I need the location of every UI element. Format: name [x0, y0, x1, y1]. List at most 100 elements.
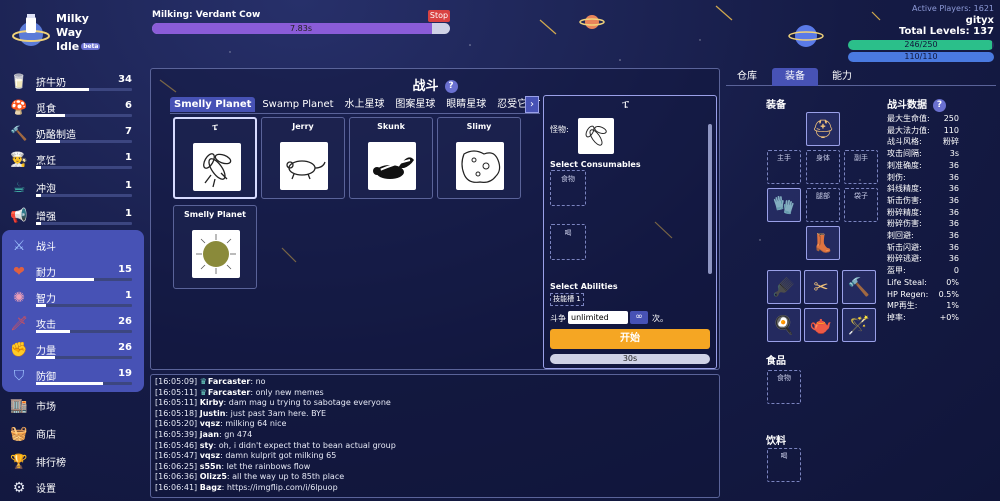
monster-card-slimy[interactable]: Slimy [437, 117, 521, 199]
active-players: Active Players: 1621 [912, 4, 994, 13]
main-hand-slot[interactable]: 主手 [767, 150, 801, 184]
feet-slot[interactable]: 👢 [806, 226, 840, 260]
monster-card-fly[interactable]: ፔ [173, 117, 257, 199]
stat-value: 0.5% [938, 289, 959, 299]
tool-slot-hammer[interactable]: 🔨 [842, 270, 876, 304]
drink-slot[interactable]: 喝 [550, 224, 586, 260]
help-icon[interactable]: ? [933, 98, 946, 112]
megaphone-icon: 📢 [10, 208, 28, 224]
sidebar-item-combat[interactable]: ⚔ 战斗 [6, 234, 138, 258]
tab-equipment[interactable]: 装备 [772, 68, 818, 86]
body-slot[interactable]: 身体 [806, 150, 840, 184]
infinity-button[interactable]: ∞ [630, 311, 648, 324]
ability-slot-1[interactable]: 技能槽 1 [550, 293, 584, 306]
tool-slot-enhancer[interactable]: 🪄 [842, 308, 876, 342]
stat-value: 36 [948, 184, 959, 194]
stat-value: 3s [949, 149, 959, 159]
sidebar-item-attack[interactable]: 🗡 攻击 26 [6, 312, 138, 336]
current-action-label: Milking: Verdant Cow [152, 10, 261, 20]
hands-slot[interactable]: 🧤 [767, 188, 801, 222]
start-battle-button[interactable]: 开始 [550, 329, 710, 349]
sidebar-item-stamina[interactable]: ❤ 耐力 15 [6, 260, 138, 284]
stat-label: 斩击闪避: [887, 242, 922, 252]
trophy-icon: 🏆 [10, 454, 28, 470]
tool-slot-shears[interactable]: ✂ [804, 270, 838, 304]
off-hand-slot[interactable]: 副手 [844, 150, 878, 184]
sidebar-item-shop[interactable]: 🧺 商店 [6, 422, 138, 446]
sidebar-item-cooking[interactable]: 👨‍🍳 烹饪 1 [6, 148, 138, 172]
sidebar-item-enhancing[interactable]: 📢 增强 1 [6, 204, 138, 228]
sidebar-item-milking[interactable]: 🥛 挤牛奶 34 [6, 70, 138, 94]
username[interactable]: gityx [844, 15, 994, 26]
milk-planet-icon [12, 14, 50, 46]
crossed-swords-icon: ⚔ [12, 238, 26, 254]
monster-card-jerry[interactable]: Jerry [261, 117, 345, 199]
legs-slot[interactable]: 腿部 [806, 188, 840, 222]
player-summary: Active Players: 1621 gityx Total Levels:… [844, 4, 994, 64]
stat-value: 36 [948, 172, 959, 182]
drink-quick-slot[interactable]: 喝 [767, 448, 801, 482]
chat-message: [16:06:25] s55n: let the rainbows flow [155, 461, 311, 471]
food-slot[interactable]: 食物 [550, 170, 586, 206]
stat-row: 攻击间隔: 3s [887, 148, 959, 159]
selected-monster-fly-icon [578, 118, 614, 154]
action-time: 7.83s [290, 24, 312, 33]
app-name: Milky Way Idle beta [56, 12, 101, 53]
milk-icon: 🥛 [10, 74, 28, 90]
monster-label: 怪物: [550, 125, 569, 134]
battle-count-label: 斗争 [550, 314, 566, 323]
sidebar-item-power[interactable]: ✊ 力量 26 [6, 338, 138, 362]
tab-aqua-planet[interactable]: 水上星球 [340, 97, 388, 112]
monster-card-smelly-planet[interactable]: Smelly Planet [173, 205, 257, 289]
rat-icon [280, 142, 328, 190]
monster-card-skunk[interactable]: Skunk [349, 117, 433, 199]
hammer-icon: 🔨 [847, 277, 871, 298]
tab-abilities[interactable]: 能力 [822, 68, 862, 86]
sidebar-item-defense[interactable]: ⛉ 防御 19 [6, 364, 138, 388]
tab-smelly-planet[interactable]: Smelly Planet [170, 97, 256, 112]
slime-icon [456, 142, 504, 190]
sidebar-item-market[interactable]: 🏬 市场 [6, 394, 138, 418]
mp-value: 110/110 [904, 52, 938, 61]
zone-tabs-next-button[interactable]: › [525, 96, 539, 113]
sidebar-item-intelligence[interactable]: ✺ 智力 1 [6, 286, 138, 310]
hp-value: 246/250 [904, 40, 938, 49]
pouch-slot[interactable]: 袋子 [844, 188, 878, 222]
tab-swamp-planet[interactable]: Swamp Planet [258, 97, 337, 112]
equipment-panel: 装备 ⛑ 主手 身体 副手 🧤 腿部 袋子 👢 🪮 ✂ 🔨 🍳 🫖 🪄 食品 食… [726, 90, 996, 498]
teapot-icon: 🫖 [809, 315, 833, 336]
gear-icon: ⚙ [12, 480, 26, 496]
stat-value: 36 [948, 160, 959, 170]
sidebar-item-foraging[interactable]: 🍄 觅食 6 [6, 96, 138, 120]
tool-slot-spatula[interactable]: 🍳 [767, 308, 801, 342]
stat-label: 斩击伤害: [887, 195, 922, 205]
help-icon[interactable]: ? [444, 80, 458, 93]
beta-badge: beta [81, 43, 101, 50]
head-slot[interactable]: ⛑ [806, 112, 840, 146]
stat-value: 36 [948, 219, 959, 229]
stop-button[interactable]: Stop [428, 10, 450, 22]
sidebar-item-brewing[interactable]: ☕ 冲泡 1 [6, 176, 138, 200]
stat-label: 粉碎伤害: [887, 219, 922, 229]
chat-message[interactable]: [16:06:41] Bagz: https://imgflip.com/i/6… [155, 483, 715, 494]
stat-row: 最大法力值: 110 [887, 125, 959, 136]
setup-scrollbar[interactable] [708, 124, 712, 274]
tool-slot-brush[interactable]: 🪮 [767, 270, 801, 304]
battle-count-input[interactable] [568, 311, 628, 324]
stat-value: 0 [953, 266, 959, 276]
tool-slot-teapot[interactable]: 🫖 [804, 308, 838, 342]
stat-value: 36 [948, 231, 959, 240]
chat-log[interactable]: [16:05:09] ♛Farcaster: no [16:05:11] ♛Fa… [150, 374, 720, 498]
boots-icon: 👢 [811, 233, 835, 254]
sidebar-item-leaderboard[interactable]: 🏆 排行榜 [6, 450, 138, 474]
sidebar-item-settings[interactable]: ⚙ 设置 [6, 476, 138, 500]
stat-value: 36 [948, 254, 959, 264]
tab-inventory[interactable]: 仓库 [726, 68, 768, 86]
stat-row: 粉碎逃避: 36 [887, 253, 959, 264]
tab-pattern-planet[interactable]: 图案星球 [391, 97, 439, 112]
shop-basket-icon: 🧺 [10, 426, 28, 442]
sidebar-item-cheesesmithing[interactable]: 🔨 奶酪制造 7 [6, 122, 138, 146]
tab-eye-planet[interactable]: 眼睛星球 [442, 97, 490, 112]
app-logo[interactable]: Milky Way Idle beta [6, 8, 146, 66]
food-quick-slot[interactable]: 食物 [767, 370, 801, 404]
